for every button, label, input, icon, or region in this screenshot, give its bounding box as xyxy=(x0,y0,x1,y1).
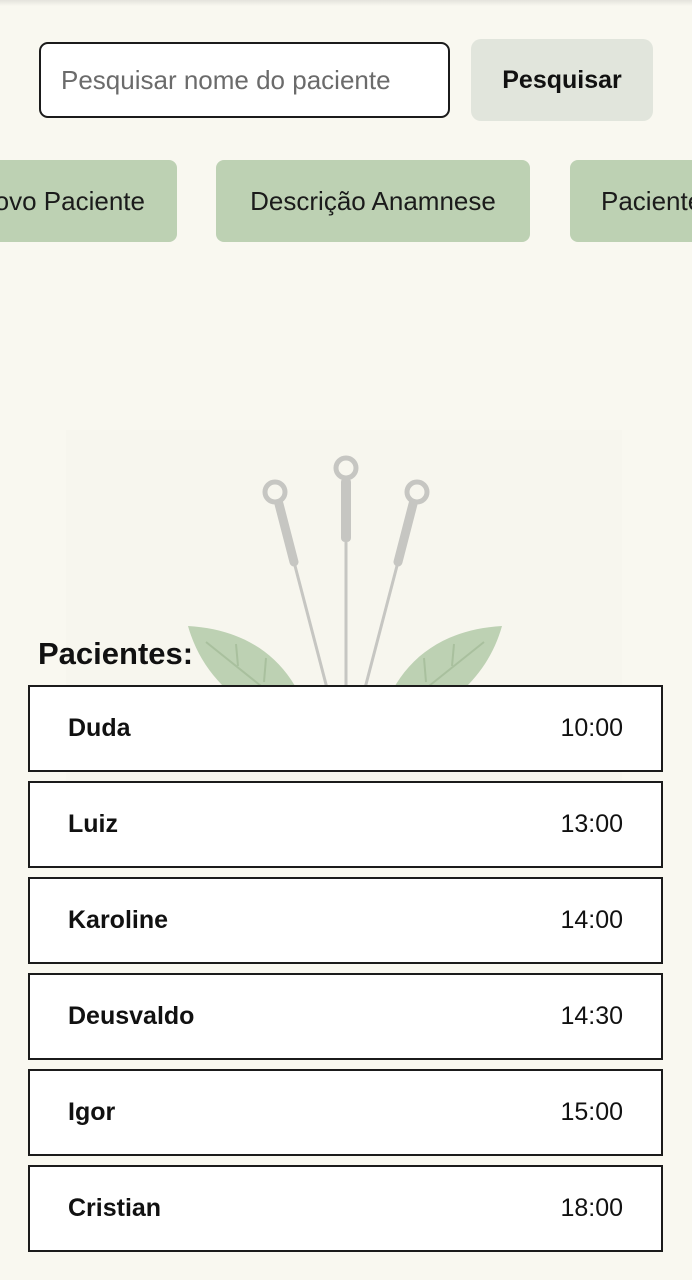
patient-name: Karoline xyxy=(68,906,169,934)
appointment-time: 15:00 xyxy=(560,1098,623,1126)
action-buttons-row: Novo Paciente Descrição Anamnese Pacient… xyxy=(0,160,692,242)
patient-name: Deusvaldo xyxy=(68,1002,195,1030)
appointment-time: 18:00 xyxy=(560,1194,623,1222)
top-shadow xyxy=(0,0,692,6)
patients-section-title: Pacientes: xyxy=(38,636,194,671)
search-button[interactable]: Pesquisar xyxy=(471,39,653,121)
patient-row-igor[interactable]: Igor 15:00 xyxy=(28,1069,663,1156)
patient-name: Luiz xyxy=(68,810,118,838)
patient-name: Igor xyxy=(68,1098,116,1126)
appointment-time: 13:00 xyxy=(560,810,623,838)
patient-name: Duda xyxy=(68,714,131,742)
anamnesis-description-button[interactable]: Descrição Anamnese xyxy=(216,160,530,242)
patients-button[interactable]: Pacientes xyxy=(570,160,692,242)
appointment-time: 14:30 xyxy=(560,1002,623,1030)
appointment-time: 10:00 xyxy=(560,714,623,742)
patient-row-luiz[interactable]: Luiz 13:00 xyxy=(28,781,663,868)
patient-row-duda[interactable]: Duda 10:00 xyxy=(28,685,663,772)
patient-name: Cristian xyxy=(68,1194,162,1222)
search-input[interactable] xyxy=(39,42,450,118)
patient-row-cristian[interactable]: Cristian 18:00 xyxy=(28,1165,663,1252)
patient-list: Duda 10:00 Luiz 13:00 Karoline 14:00 Deu… xyxy=(28,685,663,1261)
appointment-time: 14:00 xyxy=(560,906,623,934)
patient-row-karoline[interactable]: Karoline 14:00 xyxy=(28,877,663,964)
new-patient-button[interactable]: Novo Paciente xyxy=(0,160,177,242)
patient-row-deusvaldo[interactable]: Deusvaldo 14:30 xyxy=(28,973,663,1060)
